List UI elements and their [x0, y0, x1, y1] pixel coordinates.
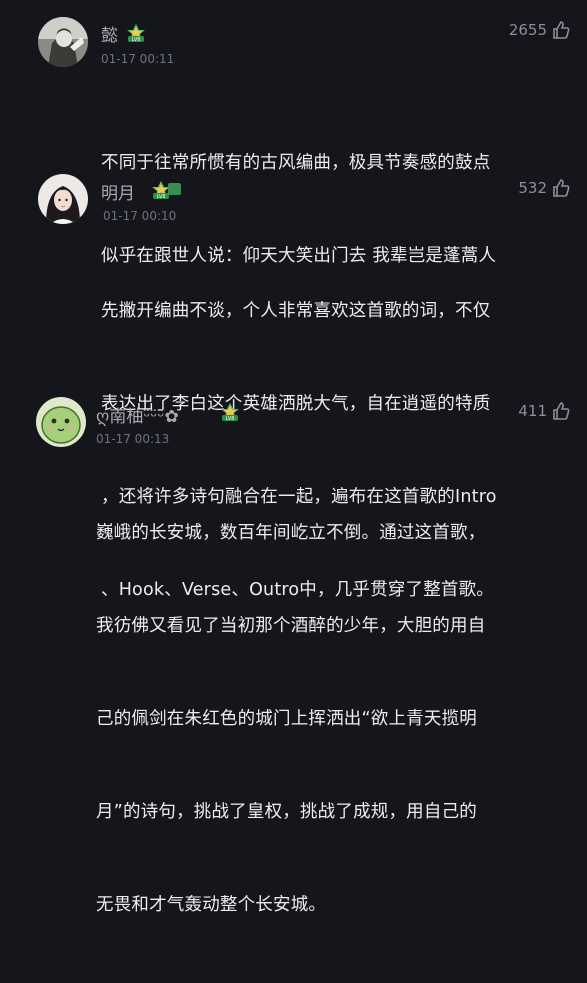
like-count: 532 — [518, 179, 547, 197]
username[interactable]: ღ南柚ᵕ̈ᵕ̈ᵕ̈✿ — [96, 402, 179, 427]
like-button[interactable]: 2655 — [509, 20, 571, 40]
like-button[interactable]: 532 — [518, 178, 571, 198]
level-badge-icon: LV8 — [150, 180, 181, 200]
username[interactable]: 明月 — [101, 179, 135, 204]
user-avatar[interactable] — [38, 17, 88, 67]
thumbs-up-icon — [551, 178, 571, 198]
comment-item: 懿 LV8 01-17 00:11 2655 不同于往常所惯有的古风编曲，极具节… — [0, 0, 587, 266]
comment-time: 01-17 00:11 — [101, 52, 175, 66]
comment-item: ღ南柚ᵕ̈ᵕ̈ᵕ̈✿ LV8 01-17 00:13 411 巍峨的长安城，数百… — [0, 380, 587, 915]
comment-line: 先撇开编曲不谈，个人非常喜欢这首歌的词，不仅 — [101, 301, 491, 321]
thumbs-up-icon — [551, 20, 571, 40]
user-avatar[interactable] — [36, 397, 86, 447]
comment-line: 无畏和才气轰动整个长安城。 — [96, 895, 327, 915]
like-button[interactable]: 411 — [518, 401, 571, 421]
comment-time: 01-17 00:10 — [103, 209, 177, 223]
comment-text: 巍峨的长安城，数百年间屹立不倒。通过这首歌， 我彷佛又看见了当初那个酒醉的少年，… — [96, 456, 485, 983]
comment-line: 巍峨的长安城，数百年间屹立不倒。通过这首歌， — [96, 523, 486, 543]
like-count: 2655 — [508, 21, 547, 39]
svg-text:LV8: LV8 — [132, 37, 141, 43]
level-badge-icon: LV8 — [125, 23, 145, 43]
thumbs-up-icon — [551, 401, 571, 421]
comment-item: 明月 LV8 01-17 00:10 532 先撇开编曲不谈，个人非常喜欢这首歌… — [0, 160, 587, 600]
svg-text:LV8: LV8 — [157, 194, 166, 200]
svg-text:LV8: LV8 — [226, 416, 235, 422]
comment-time: 01-17 00:13 — [96, 432, 170, 446]
comment-line: 我彷佛又看见了当初那个酒醉的少年，大胆的用自 — [96, 616, 486, 636]
user-avatar[interactable] — [38, 174, 88, 224]
level-badge-icon: LV8 — [219, 402, 239, 422]
username[interactable]: 懿 — [101, 21, 118, 46]
like-count: 411 — [518, 402, 547, 420]
comment-line: 己的佩剑在朱红色的城门上挥洒出“欲上青天揽明 — [96, 709, 477, 729]
comment-line: 月”的诗句，挑战了皇权，挑战了成规，用自己的 — [96, 802, 477, 822]
